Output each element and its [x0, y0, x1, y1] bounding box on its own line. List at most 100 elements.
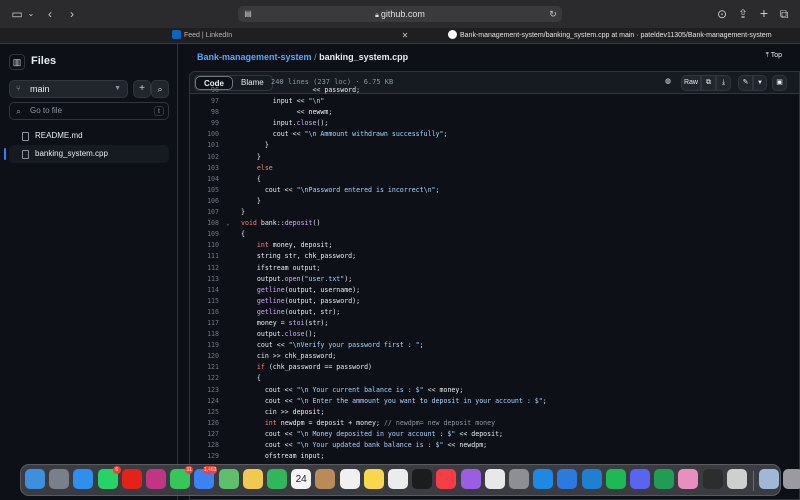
- settings-icon[interactable]: [509, 469, 529, 489]
- collapse-panel-icon[interactable]: ▥: [9, 54, 25, 70]
- code-text: }: [241, 152, 261, 161]
- line-number[interactable]: 105: [190, 185, 219, 196]
- code-line: 96 << password;: [190, 85, 799, 96]
- line-number[interactable]: 117: [190, 318, 219, 329]
- line-number[interactable]: 108: [190, 218, 219, 229]
- news-icon[interactable]: [484, 469, 505, 489]
- preview-icon[interactable]: [726, 469, 747, 489]
- facetime-icon[interactable]: [267, 469, 287, 489]
- tab-linkedin[interactable]: Feed | LinkedIn: [172, 28, 402, 44]
- photos-icon[interactable]: [242, 469, 263, 489]
- contacts-icon[interactable]: [315, 469, 336, 489]
- reminders-icon[interactable]: [339, 469, 360, 489]
- new-tab-icon[interactable]: +: [758, 6, 770, 20]
- file-item-readme[interactable]: README.md: [9, 127, 169, 145]
- line-number[interactable]: 107: [190, 207, 219, 218]
- youtube-icon[interactable]: [121, 469, 142, 489]
- freeform-icon[interactable]: [388, 469, 408, 489]
- share-icon[interactable]: ⇪: [737, 7, 749, 21]
- messages-icon[interactable]: 31: [170, 466, 194, 489]
- back-icon[interactable]: ‹: [44, 7, 56, 21]
- appletv-icon[interactable]: [412, 469, 433, 489]
- excel-icon[interactable]: [654, 469, 675, 489]
- terminal-icon[interactable]: [702, 469, 723, 489]
- code-line: 120 cin >> chk_password;: [190, 351, 799, 362]
- line-number[interactable]: 100: [190, 129, 219, 140]
- tab-overview-icon[interactable]: ⧉: [778, 7, 790, 21]
- line-number[interactable]: 124: [190, 396, 219, 407]
- line-number[interactable]: 97: [190, 96, 219, 107]
- spotify-icon[interactable]: [605, 469, 626, 489]
- line-number[interactable]: 123: [190, 385, 219, 396]
- dock-divider: [753, 471, 754, 491]
- line-number[interactable]: 103: [190, 163, 219, 174]
- trash-icon[interactable]: [783, 469, 800, 489]
- line-number[interactable]: 129: [190, 451, 219, 462]
- podcasts-icon[interactable]: [460, 469, 481, 489]
- branch-selector[interactable]: ⑂ main ▼: [9, 80, 128, 98]
- sidebar-toggle-icon[interactable]: ▭: [10, 7, 24, 21]
- line-number[interactable]: 109: [190, 229, 219, 240]
- appstore-icon[interactable]: [533, 469, 554, 489]
- calendar-day: 24: [295, 474, 307, 485]
- go-to-file-input[interactable]: ⌕ Go to file t: [9, 102, 169, 120]
- line-number[interactable]: 125: [190, 407, 219, 418]
- line-number[interactable]: 114: [190, 285, 219, 296]
- line-number[interactable]: 122: [190, 373, 219, 384]
- line-number[interactable]: 96: [190, 85, 219, 96]
- tabs-icon[interactable]: [678, 469, 699, 489]
- code-text: cout << "\nVerify your password first : …: [241, 341, 424, 350]
- line-number[interactable]: 115: [190, 296, 219, 307]
- calendar-icon[interactable]: 24: [291, 469, 312, 489]
- launchpad-icon[interactable]: [49, 469, 70, 489]
- line-number[interactable]: 128: [190, 440, 219, 451]
- line-number[interactable]: 111: [190, 251, 219, 262]
- line-number[interactable]: 126: [190, 418, 219, 429]
- finder-icon[interactable]: [25, 469, 45, 489]
- line-number[interactable]: 112: [190, 263, 219, 274]
- address-bar[interactable]: ▤ 🔒︎ github.com ↻: [238, 6, 562, 22]
- vscode-icon[interactable]: [581, 469, 602, 489]
- code-text: ifstream output;: [241, 263, 321, 272]
- file-item-banking-system[interactable]: banking_system.cpp: [4, 145, 169, 163]
- search-files-button[interactable]: ⌕: [151, 80, 169, 98]
- xcode-icon[interactable]: [557, 469, 578, 489]
- download-icon[interactable]: ⊙: [716, 7, 728, 21]
- safari-icon[interactable]: [73, 469, 94, 489]
- line-number[interactable]: 121: [190, 362, 219, 373]
- music-icon[interactable]: [436, 469, 457, 489]
- notes-icon[interactable]: [363, 469, 384, 489]
- mail-icon[interactable]: 1,463: [194, 466, 218, 489]
- line-number[interactable]: 98: [190, 107, 219, 118]
- maps-icon[interactable]: [218, 469, 239, 489]
- downloads-icon[interactable]: [759, 469, 779, 489]
- line-number[interactable]: 120: [190, 351, 219, 362]
- line-number[interactable]: 106: [190, 196, 219, 207]
- close-tab-icon[interactable]: ✕: [400, 29, 410, 43]
- line-number[interactable]: 127: [190, 429, 219, 440]
- line-number[interactable]: 102: [190, 152, 219, 163]
- code-text: input.close();: [241, 119, 329, 128]
- line-number[interactable]: 101: [190, 140, 219, 151]
- reload-icon[interactable]: ↻: [547, 7, 559, 21]
- current-file-name: banking_system.cpp: [319, 52, 409, 62]
- forward-icon[interactable]: ›: [66, 7, 78, 21]
- line-number[interactable]: 118: [190, 329, 219, 340]
- line-number[interactable]: 113: [190, 274, 219, 285]
- chevron-down-icon[interactable]: ⌄: [26, 7, 36, 21]
- repo-link[interactable]: Bank-management-system: [197, 52, 312, 62]
- code-line: 122 {: [190, 373, 799, 384]
- whatsapp-icon[interactable]: 6: [97, 466, 121, 489]
- fold-chevron-icon[interactable]: ⌄: [226, 218, 230, 229]
- line-number[interactable]: 110: [190, 240, 219, 251]
- code-lines: 96 << password; 97 input << "\n" 98 << new…: [190, 85, 799, 462]
- instagram-icon[interactable]: [146, 469, 166, 489]
- line-number[interactable]: 119: [190, 340, 219, 351]
- line-number[interactable]: 99: [190, 118, 219, 129]
- add-file-button[interactable]: +: [133, 80, 151, 98]
- line-number[interactable]: 116: [190, 307, 219, 318]
- line-number[interactable]: 104: [190, 174, 219, 185]
- tab-github[interactable]: Bank-management-system/banking_system.cp…: [448, 28, 778, 44]
- top-link[interactable]: ⤒ Top: [766, 52, 782, 60]
- discord-icon[interactable]: [630, 469, 650, 489]
